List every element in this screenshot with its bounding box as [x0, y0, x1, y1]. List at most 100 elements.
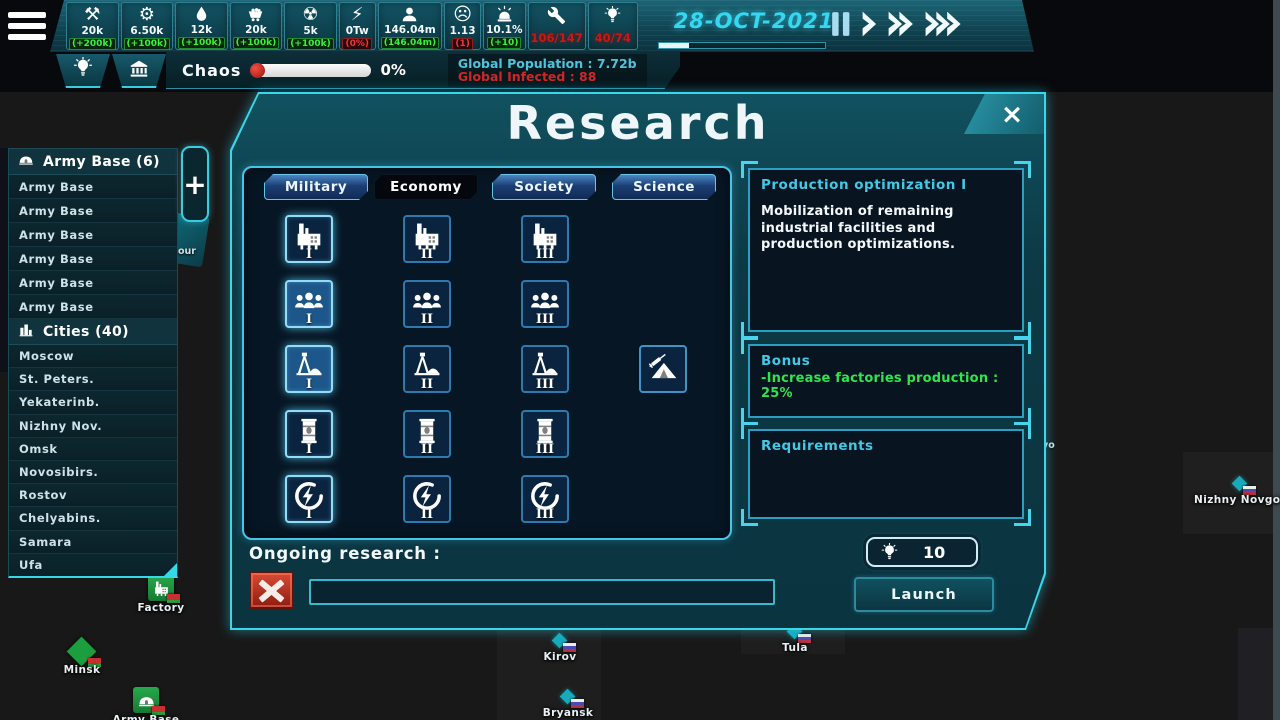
research-node-oil-2[interactable]: II	[403, 410, 451, 458]
research-node-mining-1[interactable]: I	[285, 345, 333, 393]
research-node-level: III	[523, 247, 567, 262]
research-node-energy-2[interactable]: II	[403, 475, 451, 523]
bases-cities-sidebar: Army Base (6)Army BaseArmy BaseArmy Base…	[8, 148, 178, 578]
research-cost-value: 10	[923, 543, 945, 562]
add-base-button[interactable]: +	[181, 146, 209, 222]
sidebar-item-yekaterinb-[interactable]: Yekaterinb.	[9, 391, 177, 414]
sidebar-item-st-peters-[interactable]: St. Peters.	[9, 368, 177, 391]
speed-normal-button[interactable]	[861, 10, 878, 38]
sidebar-item-army-base[interactable]: Army Base	[9, 175, 177, 199]
sidebar-item-army-base[interactable]: Army Base	[9, 223, 177, 247]
map-marker-label: Kirov	[544, 651, 577, 663]
menu-button[interactable]	[8, 6, 54, 46]
resource-tools: ⚒20k(+200k)	[66, 2, 119, 50]
resource-coal: 20k(+100k)	[230, 2, 283, 50]
tools-icon: ⚒	[84, 4, 100, 25]
bolt-icon: ⚡	[351, 4, 364, 25]
research-node-level: III	[523, 377, 567, 392]
sidebar-item-chelyabins-[interactable]: Chelyabins.	[9, 507, 177, 530]
tab-science[interactable]: Science	[612, 174, 716, 200]
research-node-level: II	[405, 247, 449, 262]
sidebar-header-label: Cities (40)	[43, 324, 129, 340]
status-panel: Chaos 0% Global Population : 7.72b Globa…	[166, 52, 680, 89]
radiation-icon: ☢	[302, 4, 318, 25]
map-marker-label: Nizhny Novgor	[1194, 494, 1280, 506]
research-node-mining-3[interactable]: III	[521, 345, 569, 393]
resource-infection-value: 10.1%	[486, 24, 522, 36]
game-screen: voour FactoryArmy BaseMinskKirovTulaBrya…	[0, 0, 1280, 720]
research-node-energy-3[interactable]: III	[521, 475, 569, 523]
research-node-factory-1[interactable]: I	[285, 215, 333, 263]
cancel-research-button[interactable]	[249, 571, 294, 609]
research-node-factory-2[interactable]: II	[403, 215, 451, 263]
sidebar-item-nizhny-nov-[interactable]: Nizhny Nov.	[9, 415, 177, 438]
research-node-level: I	[287, 312, 331, 327]
capacity-engineers: 106/147	[528, 2, 586, 50]
sidebar-item-novosibirs-[interactable]: Novosibirs.	[9, 461, 177, 484]
resource-energy-value: 0Tw	[346, 25, 369, 37]
research-name: Production optimization I	[761, 177, 1011, 193]
research-node-field-hospital[interactable]	[639, 345, 687, 393]
research-window: Research × MilitaryEconomySocietyScience…	[230, 92, 1046, 630]
resource-unhappiness-value: 1.13	[450, 25, 476, 37]
research-node-workers-2[interactable]: II	[403, 280, 451, 328]
research-node-factory-3[interactable]: III	[521, 215, 569, 263]
sidebar-item-rostov[interactable]: Rostov	[9, 484, 177, 507]
research-node-level: I	[287, 247, 331, 262]
ongoing-research-bar	[309, 579, 775, 605]
launch-button[interactable]: Launch	[854, 577, 994, 612]
research-node-workers-3[interactable]: III	[521, 280, 569, 328]
research-node-level: III	[523, 442, 567, 457]
requirements-title: Requirements	[761, 438, 1011, 454]
resource-energy-delta: (0%)	[342, 38, 372, 50]
sidebar-header-army[interactable]: Army Base (6)	[9, 149, 177, 175]
global-infected: Global Infected : 88	[458, 70, 637, 84]
sidebar-group-army: Army Base (6)Army BaseArmy BaseArmy Base…	[9, 149, 177, 319]
resource-tools-delta: (+200k)	[69, 38, 116, 50]
speed-pause-button[interactable]	[830, 10, 852, 38]
sidebar-item-ufa[interactable]: Ufa	[9, 554, 177, 577]
sidebar-item-army-base[interactable]: Army Base	[9, 271, 177, 295]
chaos-bar	[251, 64, 371, 77]
dome-icon	[16, 151, 36, 172]
capacity-engineers-value: 106/147	[531, 32, 583, 44]
sidebar-item-army-base[interactable]: Army Base	[9, 199, 177, 223]
capacity-research-value: 40/74	[595, 32, 631, 44]
research-node-level: I	[287, 507, 331, 522]
chaos-bar-fill	[250, 63, 265, 78]
sidebar-header-cities[interactable]: Cities (40)	[9, 319, 177, 345]
sidebar-item-samara[interactable]: Samara	[9, 531, 177, 554]
resource-components: ⚙6.50k(+100k)	[121, 2, 174, 50]
resource-population: 146.04m(146.04m)	[378, 2, 442, 50]
research-node-oil-3[interactable]: III	[521, 410, 569, 458]
resource-components-delta: (+100k)	[124, 38, 171, 50]
research-node-workers-1[interactable]: I	[285, 280, 333, 328]
research-tree-panel: MilitaryEconomySocietyScienceIIIIIIIIIII…	[242, 166, 732, 540]
resource-components-value: 6.50k	[130, 25, 163, 37]
map-marker-label: Army Base	[113, 714, 180, 720]
research-node-level: I	[287, 377, 331, 392]
bulb-icon	[72, 57, 94, 83]
sidebar-header-label: Army Base (6)	[43, 154, 160, 170]
speed-fastest-button[interactable]	[924, 10, 963, 38]
game-date: 28-OCT-2021	[656, 9, 852, 33]
global-stats: Global Population : 7.72b Global Infecte…	[448, 54, 647, 87]
tab-economy[interactable]: Economy	[374, 174, 478, 200]
sidebar-item-omsk[interactable]: Omsk	[9, 438, 177, 461]
resource-coal-delta: (+100k)	[233, 37, 280, 49]
sidebar-resize-corner[interactable]	[164, 563, 177, 576]
sidebar-item-army-base[interactable]: Army Base	[9, 247, 177, 271]
tab-society[interactable]: Society	[492, 174, 596, 200]
research-node-energy-1[interactable]: I	[285, 475, 333, 523]
research-node-oil-1[interactable]: I	[285, 410, 333, 458]
global-population: Global Population : 7.72b	[458, 57, 637, 71]
sidebar-item-moscow[interactable]: Moscow	[9, 345, 177, 368]
tab-military[interactable]: Military	[264, 174, 368, 200]
speed-fast-button[interactable]	[887, 10, 915, 38]
resource-tools-value: 20k	[81, 25, 103, 37]
resource-infection: 10.1%(+10)	[483, 2, 525, 50]
sidebar-item-army-base[interactable]: Army Base	[9, 295, 177, 319]
resource-unhappiness-delta: (1)	[452, 38, 473, 50]
resource-water-delta: (+100k)	[178, 37, 225, 49]
research-node-mining-2[interactable]: II	[403, 345, 451, 393]
